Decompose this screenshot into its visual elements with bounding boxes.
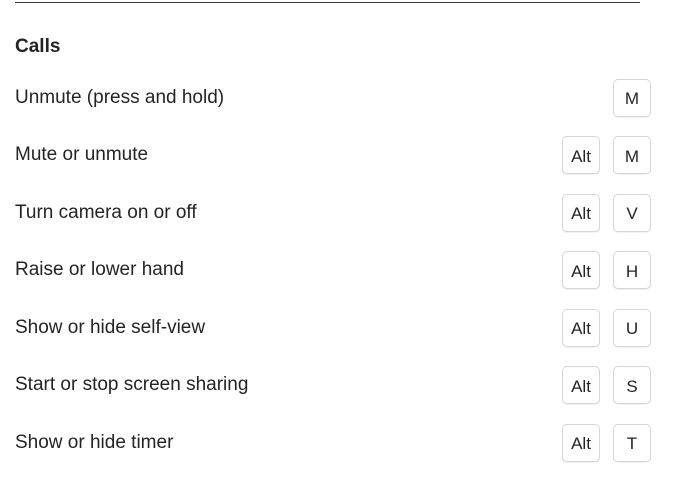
key-cap: V: [613, 193, 651, 232]
key-cap: H: [613, 251, 651, 290]
key-cap: U: [613, 308, 651, 347]
shortcut-row-mute-unmute: Mute or unmute Alt M: [15, 127, 651, 185]
key-cap: Alt: [562, 193, 600, 232]
key-combo: Alt V: [562, 193, 651, 232]
key-cap: M: [613, 136, 651, 175]
shortcut-row-unmute-hold: Unmute (press and hold) M: [15, 69, 651, 127]
key-cap: S: [613, 366, 651, 405]
key-cap: Alt: [562, 136, 600, 175]
key-cap: T: [613, 423, 651, 462]
section-title: Calls: [15, 36, 61, 57]
key-cap: Alt: [562, 251, 600, 290]
section-divider: [15, 2, 640, 3]
key-combo: Alt U: [562, 308, 651, 347]
shortcut-list: Unmute (press and hold) M Mute or unmute…: [15, 69, 651, 472]
shortcut-label: Mute or unmute: [15, 144, 149, 166]
shortcut-row-self-view: Show or hide self-view Alt U: [15, 299, 651, 357]
key-combo: Alt M: [562, 136, 651, 175]
shortcut-label: Turn camera on or off: [15, 201, 197, 223]
key-cap: Alt: [562, 423, 600, 462]
shortcut-label: Show or hide self-view: [15, 316, 206, 338]
shortcut-row-raise-hand: Raise or lower hand Alt H: [15, 242, 651, 300]
shortcut-row-timer: Show or hide timer Alt T: [15, 414, 651, 472]
shortcut-label: Show or hide timer: [15, 431, 174, 453]
key-combo: Alt H: [562, 251, 651, 290]
shortcut-row-camera: Turn camera on or off Alt V: [15, 184, 651, 242]
key-cap: M: [613, 78, 651, 117]
key-combo: Alt T: [562, 423, 651, 462]
shortcut-label: Start or stop screen sharing: [15, 374, 249, 396]
key-combo: Alt S: [562, 366, 651, 405]
key-cap: Alt: [562, 308, 600, 347]
key-combo: M: [613, 78, 651, 117]
key-cap: Alt: [562, 366, 600, 405]
shortcut-label: Raise or lower hand: [15, 259, 184, 281]
shortcut-row-screen-sharing: Start or stop screen sharing Alt S: [15, 357, 651, 415]
shortcut-label: Unmute (press and hold): [15, 86, 225, 108]
